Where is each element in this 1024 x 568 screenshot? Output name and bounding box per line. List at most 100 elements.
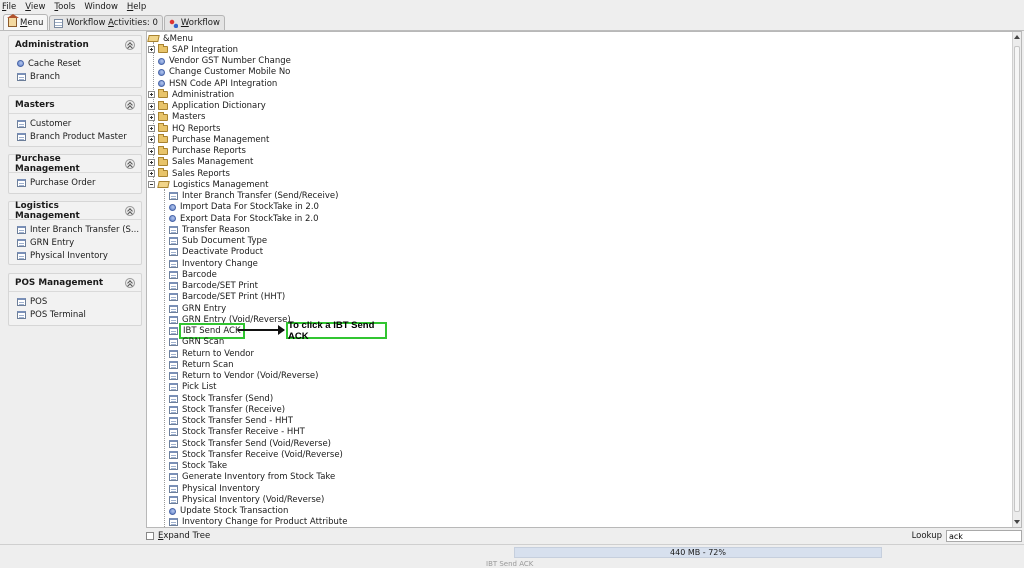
expand-tree-checkbox[interactable]: Expand Tree: [146, 531, 210, 541]
collapse-icon[interactable]: [125, 158, 135, 169]
favorite-item[interactable]: Customer: [17, 117, 141, 130]
tree-node[interactable]: Physical Inventory: [169, 483, 260, 494]
menu-view[interactable]: View: [25, 2, 45, 12]
tree-node[interactable]: Stock Transfer (Receive): [169, 404, 285, 415]
collapse-icon[interactable]: [125, 99, 135, 110]
tree-vertical-scrollbar[interactable]: [1012, 32, 1021, 527]
expand-icon[interactable]: [148, 158, 155, 166]
favorite-item-label: Purchase Order: [30, 177, 96, 188]
checkbox-icon[interactable]: [146, 532, 154, 540]
tree-node[interactable]: Vendor GST Number Change: [148, 56, 291, 67]
tree-node[interactable]: GRN Entry: [169, 303, 226, 314]
tree-node[interactable]: Stock Transfer Send (Void/Reverse): [169, 438, 331, 449]
window-icon: [17, 238, 26, 247]
collapse-icon[interactable]: [125, 277, 135, 288]
tree-node-label: Deactivate Product: [182, 247, 264, 258]
menu-window[interactable]: Window: [84, 2, 118, 12]
tree-node[interactable]: Sales Reports: [148, 168, 230, 179]
favorite-item[interactable]: Branch: [17, 70, 141, 83]
tree-node[interactable]: Barcode/SET Print: [169, 281, 258, 292]
expand-icon[interactable]: [148, 91, 155, 99]
tab-workflow-activities-0[interactable]: Workflow Activities: 0: [49, 15, 163, 30]
favorite-item[interactable]: Inter Branch Transfer (S...: [17, 223, 141, 236]
tree-node[interactable]: IBT Send ACK: [169, 323, 245, 339]
tree-node[interactable]: Application Dictionary: [148, 100, 266, 112]
panel-header[interactable]: Purchase Management: [9, 154, 141, 174]
tree-node[interactable]: Generate Inventory from Stock Take: [169, 472, 335, 483]
tree-node[interactable]: Import Data For StockTake in 2.0: [169, 202, 319, 213]
favorite-item[interactable]: Cache Reset: [17, 57, 141, 70]
scroll-thumb[interactable]: [1014, 46, 1020, 512]
tree-node[interactable]: Change Customer Mobile No: [148, 67, 290, 78]
tree-node[interactable]: HSN Code API Integration: [148, 78, 277, 89]
panel-header[interactable]: POS Management: [9, 274, 141, 292]
favorite-item[interactable]: Branch Product Master: [17, 130, 141, 143]
tree-node[interactable]: GRN Scan: [169, 337, 224, 348]
expand-icon[interactable]: [148, 136, 155, 144]
tree-node[interactable]: Barcode/SET Print (HHT): [169, 292, 285, 303]
tree-root[interactable]: &Menu: [147, 33, 193, 44]
tree-node[interactable]: GRN Entry (Void/Reverse): [169, 314, 291, 325]
window-icon: [17, 310, 26, 319]
tree-node-label-highlighted: IBT Send ACK: [179, 323, 245, 339]
tree-node[interactable]: Stock Take: [169, 461, 227, 472]
tree-node[interactable]: Stock Transfer Send - HHT: [169, 416, 293, 427]
favorite-item[interactable]: Purchase Order: [17, 176, 141, 189]
collapse-icon[interactable]: [125, 39, 135, 50]
list-icon: [54, 18, 64, 28]
tree-connector: [164, 189, 165, 527]
tree-node[interactable]: Inter Branch Transfer (Send/Receive): [169, 191, 338, 202]
tree-node[interactable]: Transfer Reason: [169, 224, 250, 235]
tree-node[interactable]: Export Data For StockTake in 2.0: [169, 213, 319, 224]
tree-node[interactable]: Update Stock Transaction: [169, 506, 288, 517]
menu-help[interactable]: Help: [127, 2, 146, 12]
expand-icon[interactable]: [148, 125, 155, 132]
tree-node[interactable]: Return Scan: [169, 359, 234, 370]
window-icon: [169, 304, 178, 313]
tree-node[interactable]: Purchase Management: [148, 134, 269, 145]
menu-tools[interactable]: Tools: [54, 2, 75, 12]
tree-node[interactable]: Stock Transfer Receive (Void/Reverse): [169, 449, 343, 460]
tree-node[interactable]: Pick List: [169, 382, 216, 393]
favorite-item[interactable]: Physical Inventory: [17, 249, 141, 262]
panel-header[interactable]: Logistics Management: [9, 201, 141, 221]
expand-icon[interactable]: [148, 113, 155, 121]
tab-menu[interactable]: Menu: [3, 14, 49, 30]
tree-node[interactable]: Return to Vendor (Void/Reverse): [169, 371, 318, 382]
tree-node[interactable]: SAP Integration: [148, 44, 238, 55]
panel-administration: Administration Cache Reset Branch: [8, 35, 142, 88]
tree-node[interactable]: Stock Transfer Receive - HHT: [169, 427, 305, 438]
collapse-node-icon[interactable]: [148, 181, 155, 189]
expand-icon[interactable]: [148, 46, 155, 54]
tree-node[interactable]: Sub Document Type: [169, 236, 267, 247]
expand-icon[interactable]: [148, 102, 155, 110]
scroll-down-icon[interactable]: [1014, 520, 1020, 524]
tree-node[interactable]: Sales Management: [148, 156, 253, 168]
tree-node-label: Return to Vendor: [182, 348, 255, 359]
tree-node[interactable]: Barcode: [169, 269, 217, 280]
favorite-item[interactable]: POS Terminal: [17, 308, 141, 321]
favorite-item[interactable]: GRN Entry: [17, 236, 141, 249]
tree-node[interactable]: Stock Transfer (Send): [169, 393, 273, 404]
tree-node[interactable]: Inventory Change for Product Attribute: [169, 517, 347, 528]
menu-file[interactable]: File: [2, 2, 16, 12]
tab-workflow[interactable]: Workflow: [163, 15, 225, 30]
tree-node[interactable]: Inventory Change: [169, 258, 258, 269]
lookup-input[interactable]: [946, 530, 1022, 542]
tree-node[interactable]: Administration: [148, 89, 234, 100]
tree-node[interactable]: Return to Vendor: [169, 348, 254, 359]
expand-icon[interactable]: [148, 147, 155, 155]
tree-node[interactable]: Logistics Management: [148, 179, 268, 190]
collapse-icon[interactable]: [125, 205, 135, 216]
tree-node[interactable]: Masters: [148, 111, 205, 123]
favorite-item[interactable]: POS: [17, 295, 141, 308]
expand-icon[interactable]: [148, 170, 155, 177]
tree-node[interactable]: Purchase Reports: [148, 145, 246, 157]
tree-node-label: Barcode/SET Print: [182, 281, 258, 291]
tree-node[interactable]: HQ Reports: [148, 123, 220, 134]
panel-header[interactable]: Administration: [9, 36, 141, 54]
scroll-up-icon[interactable]: [1014, 35, 1020, 39]
tree-node[interactable]: Deactivate Product: [169, 247, 263, 258]
tree-node[interactable]: Physical Inventory (Void/Reverse): [169, 494, 324, 505]
panel-header[interactable]: Masters: [9, 96, 141, 114]
